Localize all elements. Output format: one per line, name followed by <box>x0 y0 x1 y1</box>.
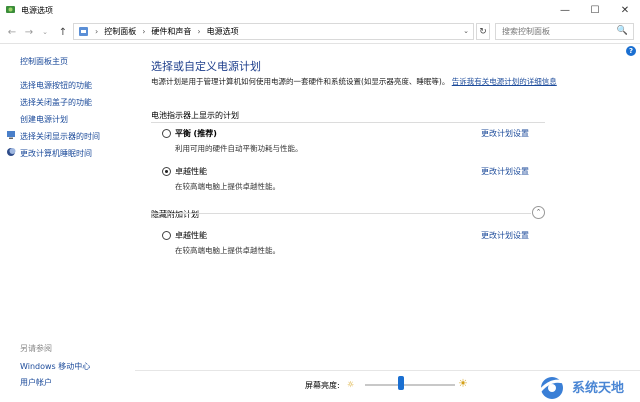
sidebar-lid-link[interactable]: 选择关闭盖子的功能 <box>20 97 92 108</box>
brightness-high-icon: ☀ <box>458 377 468 390</box>
plan-name: 卓越性能 <box>175 167 207 176</box>
page-title: 选择或自定义电源计划 <box>151 60 261 73</box>
breadcrumb-separator: › <box>95 27 99 36</box>
battery-section-title: 电池指示器上显示的计划 <box>151 111 239 120</box>
breadcrumb-separator: › <box>197 27 201 36</box>
breadcrumb-separator: › <box>142 27 146 36</box>
navigation-bar: ← → ⌄ ↑ › 控制面板 › 硬件和声音 › 电源选项 ⌄ ↻ 搜索控制面板… <box>0 20 640 44</box>
watermark: 系统天地 <box>532 372 640 402</box>
see-also-title: 另请参阅 <box>20 344 52 353</box>
monitor-icon <box>7 131 15 139</box>
sidebar-sleep-link[interactable]: 更改计算机睡眠时间 <box>20 148 92 159</box>
sidebar-mobility-center-link[interactable]: Windows 移动中心 <box>20 361 90 372</box>
plan-description: 利用可用的硬件自动平衡功耗与性能。 <box>175 144 303 153</box>
plan-radio-balanced[interactable] <box>162 129 171 138</box>
breadcrumb-power-options[interactable]: 电源选项 <box>207 26 239 37</box>
description-text: 电源计划是用于管理计算机如何使用电源的一套硬件和系统设置(如显示器亮度、睡眠等)… <box>151 77 450 86</box>
main-content: 选择或自定义电源计划 电源计划是用于管理计算机如何使用电源的一套硬件和系统设置(… <box>135 44 640 374</box>
search-input[interactable]: 搜索控制面板 🔍 <box>495 23 634 40</box>
change-plan-settings-link[interactable]: 更改计划设置 <box>481 128 529 139</box>
refresh-button[interactable]: ↻ <box>476 23 490 40</box>
close-button[interactable]: ✕ <box>610 0 640 20</box>
back-button[interactable]: ← <box>5 25 19 39</box>
section-divider <box>151 213 531 214</box>
minimize-button[interactable]: — <box>550 0 580 20</box>
sidebar-user-accounts-link[interactable]: 用户帐户 <box>20 377 52 388</box>
breadcrumb-control-panel[interactable]: 控制面板 <box>104 26 136 37</box>
address-dropdown-icon[interactable]: ⌄ <box>463 27 469 35</box>
plan-name-text: 平衡 <box>175 129 191 138</box>
plan-description: 在较高端电脑上提供卓越性能。 <box>175 182 280 191</box>
section-divider <box>151 122 545 123</box>
watermark-text: 系统天地 <box>572 381 625 396</box>
sidebar-display-off-link[interactable]: 选择关闭显示器的时间 <box>20 131 100 142</box>
moon-sleep-icon <box>7 148 16 156</box>
title-bar: 电源选项 — ☐ ✕ <box>0 0 640 20</box>
plan-radio-ultimate[interactable] <box>162 167 171 176</box>
recent-locations-dropdown[interactable]: ⌄ <box>38 25 52 39</box>
page-description: 电源计划是用于管理计算机如何使用电源的一套硬件和系统设置(如显示器亮度、睡眠等)… <box>151 76 571 88</box>
control-panel-icon <box>79 27 88 36</box>
plan-name: 卓越性能 <box>175 231 207 240</box>
brightness-low-icon: ☼ <box>347 380 355 389</box>
up-button[interactable]: ↑ <box>56 25 70 39</box>
collapse-hidden-plans-button[interactable]: ⌃ <box>532 206 545 219</box>
plan-radio-ultimate-hidden[interactable] <box>162 231 171 240</box>
change-plan-settings-link[interactable]: 更改计划设置 <box>481 166 529 177</box>
sidebar: 控制面板主页 选择电源按钮的功能 选择关闭盖子的功能 创建电源计划 选择关闭显示… <box>0 44 135 402</box>
address-bar[interactable]: › 控制面板 › 硬件和声音 › 电源选项 ⌄ <box>73 23 474 40</box>
brightness-slider-track[interactable] <box>365 384 455 386</box>
watermark-logo-icon <box>538 377 567 399</box>
power-options-icon <box>6 6 15 13</box>
plan-tag: (推荐) <box>193 129 217 138</box>
hidden-plans-title: 隐藏附加计划 <box>151 210 199 219</box>
plan-description: 在较高端电脑上提供卓越性能。 <box>175 246 280 255</box>
plan-name: 平衡 (推荐) <box>175 128 217 139</box>
forward-button[interactable]: → <box>22 25 36 39</box>
sidebar-create-plan-link[interactable]: 创建电源计划 <box>20 114 68 125</box>
window-title: 电源选项 <box>21 6 53 15</box>
brightness-label: 屏幕亮度: <box>305 381 340 390</box>
breadcrumb-hardware-sound[interactable]: 硬件和声音 <box>151 26 191 37</box>
change-plan-settings-link[interactable]: 更改计划设置 <box>481 230 529 241</box>
sidebar-power-button-link[interactable]: 选择电源按钮的功能 <box>20 80 92 91</box>
search-placeholder: 搜索控制面板 <box>502 27 550 36</box>
sidebar-home-link[interactable]: 控制面板主页 <box>20 56 68 67</box>
search-icon[interactable]: 🔍 <box>617 26 628 36</box>
brightness-slider-thumb[interactable] <box>398 376 404 390</box>
learn-more-link[interactable]: 告诉我有关电源计划的详细信息 <box>452 77 557 86</box>
maximize-button[interactable]: ☐ <box>580 0 610 20</box>
